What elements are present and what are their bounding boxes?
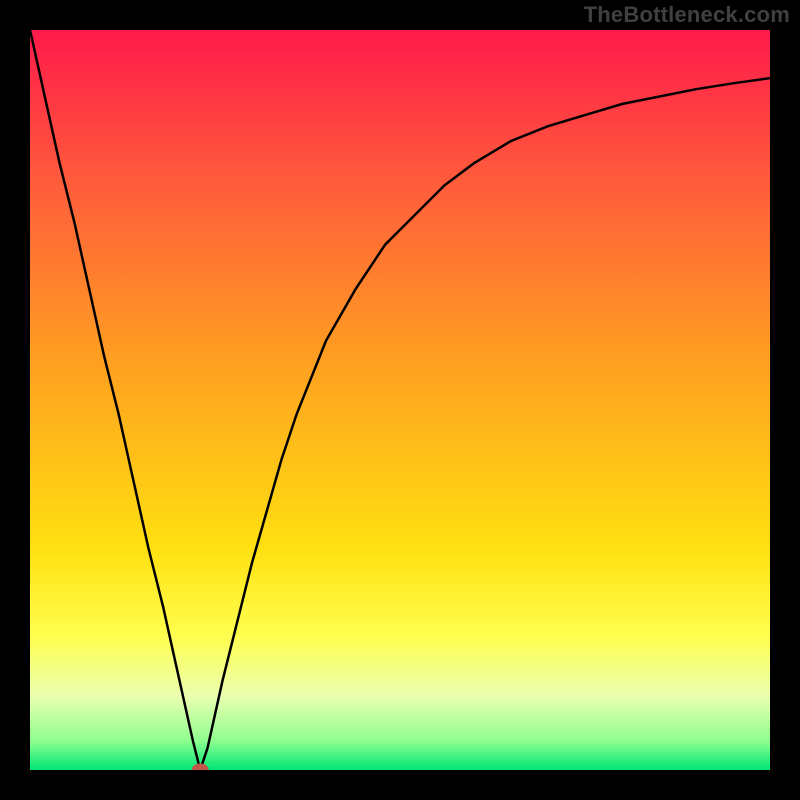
plot-area bbox=[30, 30, 770, 770]
chart-svg bbox=[30, 30, 770, 770]
gradient-background bbox=[30, 30, 770, 770]
chart-frame: TheBottleneck.com bbox=[0, 0, 800, 800]
watermark-text: TheBottleneck.com bbox=[584, 2, 790, 28]
